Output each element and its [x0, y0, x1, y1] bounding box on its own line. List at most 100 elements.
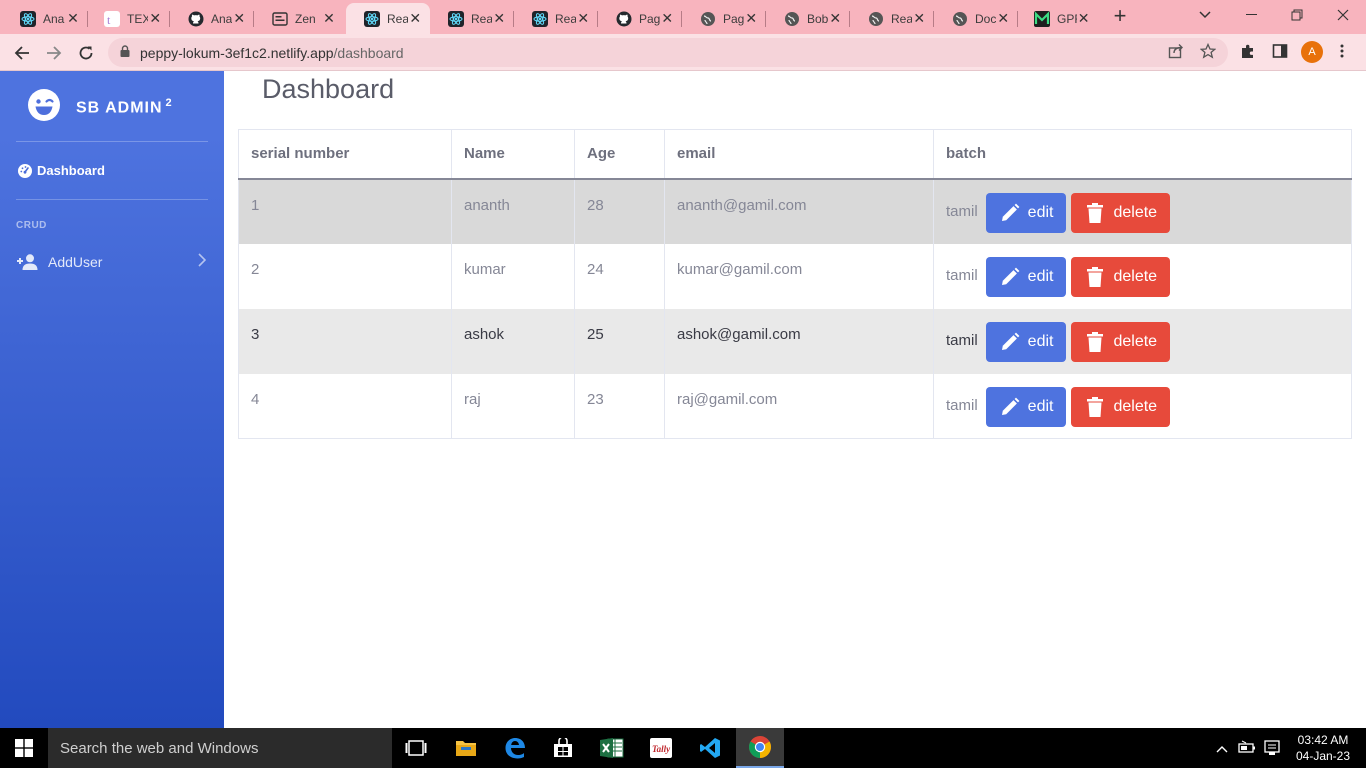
network-icon[interactable] [1264, 740, 1280, 761]
browser-tab[interactable]: Rea ✕ [514, 3, 598, 34]
close-icon[interactable]: ✕ [148, 10, 162, 27]
delete-label: delete [1113, 332, 1158, 350]
close-icon[interactable]: ✕ [660, 10, 674, 27]
kebab-menu-icon[interactable] [1340, 43, 1344, 64]
cell-serial: 3 [238, 308, 452, 374]
browser-tab[interactable]: Pag ✕ [598, 3, 682, 34]
share-icon[interactable] [1168, 43, 1184, 64]
minimize-button[interactable] [1228, 0, 1274, 30]
close-icon[interactable]: ✕ [744, 10, 758, 27]
brand-link[interactable]: SB ADMIN 2 [28, 89, 173, 126]
browser-tab[interactable]: Rea ✕ [430, 3, 514, 34]
battery-icon[interactable] [1238, 740, 1256, 759]
sidebar-item-dashboard[interactable]: Dashboard [18, 163, 105, 178]
delete-label: delete [1113, 203, 1158, 221]
close-window-button[interactable] [1320, 0, 1366, 30]
close-icon[interactable]: ✕ [322, 10, 336, 27]
close-icon[interactable]: ✕ [408, 10, 422, 27]
reload-button[interactable] [72, 39, 100, 67]
browser-tab[interactable]: Doc ✕ [934, 3, 1018, 34]
browser-tab[interactable]: Rea ✕ [850, 3, 934, 34]
cell-batch: tamil [946, 397, 978, 414]
restore-button[interactable] [1274, 0, 1320, 30]
cell-batch: tamil [946, 332, 978, 349]
browser-tab[interactable]: Pag ✕ [682, 3, 766, 34]
edit-button[interactable]: edit [985, 321, 1067, 362]
tab-title: Doc [975, 11, 997, 26]
sidebar-divider [16, 141, 208, 142]
close-icon[interactable]: ✕ [492, 10, 506, 27]
close-icon[interactable]: ✕ [66, 10, 80, 27]
cell-name: ashok [451, 308, 575, 374]
forward-button[interactable] [40, 39, 68, 67]
tab-title: Pag [723, 11, 745, 26]
delete-button[interactable]: delete [1071, 256, 1171, 297]
excel-icon[interactable] [588, 728, 636, 768]
browser-tab[interactable]: t TEX ✕ [86, 3, 170, 34]
page-title: Dashboard [262, 74, 395, 104]
close-icon[interactable]: ✕ [996, 10, 1010, 27]
delete-button[interactable]: delete [1071, 386, 1171, 427]
tab-title: Rea [471, 11, 493, 26]
cell-email: ananth@gamil.com [664, 178, 934, 244]
cell-name: ananth [451, 178, 575, 244]
react-icon [532, 10, 548, 27]
cell-age: 24 [574, 243, 665, 309]
bookmark-star-icon[interactable] [1199, 42, 1217, 64]
brand-text: SB ADMIN [76, 99, 163, 117]
column-header-batch: batch [933, 129, 1352, 180]
extensions-puzzle-icon[interactable] [1240, 43, 1256, 64]
chrome-icon[interactable] [736, 728, 784, 768]
browser-tab-active[interactable]: Rea ✕ [346, 3, 430, 34]
edit-button[interactable]: edit [985, 192, 1067, 233]
address-bar[interactable]: peppy-lokum-3ef1c2.netlify.app/dashboard [108, 38, 1228, 67]
clock-time: 03:42 AM [1297, 733, 1349, 747]
chevron-up-icon[interactable] [1216, 740, 1228, 758]
brand-superscript: 2 [165, 97, 173, 110]
react-icon [364, 10, 380, 27]
profile-avatar[interactable]: A [1301, 41, 1323, 63]
taskbar-search-input[interactable]: Search the web and Windows [48, 728, 392, 768]
tally-icon[interactable]: Tally [637, 728, 685, 768]
delete-button[interactable]: delete [1071, 192, 1171, 233]
close-icon[interactable]: ✕ [828, 10, 842, 27]
close-icon[interactable]: ✕ [576, 10, 590, 27]
sidebar-item-adduser[interactable]: AddUser [16, 253, 208, 270]
browser-tab[interactable]: Ana ✕ [2, 3, 88, 34]
edit-button[interactable]: edit [985, 386, 1067, 427]
browser-tab[interactable]: GPF ✕ [1016, 3, 1098, 34]
task-view-icon[interactable] [392, 728, 440, 768]
edit-button[interactable]: edit [985, 256, 1067, 297]
taskbar-clock[interactable]: 03:42 AM 04-Jan-23 [1290, 732, 1356, 764]
close-icon[interactable]: ✕ [232, 10, 246, 27]
tex-icon: t [104, 10, 120, 27]
vscode-icon[interactable] [686, 728, 734, 768]
cell-age: 23 [574, 373, 665, 439]
back-button[interactable] [8, 39, 36, 67]
sidebar: SB ADMIN 2 Dashboard CRUD AddUser [0, 71, 224, 728]
file-explorer-icon[interactable] [442, 728, 490, 768]
close-icon[interactable]: ✕ [1077, 10, 1090, 27]
github-icon [188, 11, 204, 27]
react-icon [448, 10, 464, 27]
close-icon[interactable]: ✕ [912, 10, 926, 27]
side-panel-icon[interactable] [1272, 43, 1288, 64]
browser-toolbar: peppy-lokum-3ef1c2.netlify.app/dashboard [0, 34, 1366, 71]
url-host: peppy-lokum-3ef1c2.netlify.app [140, 44, 334, 61]
browser-tab[interactable]: Ana ✕ [170, 3, 254, 34]
windows-start-icon[interactable] [0, 728, 48, 768]
store-icon[interactable] [539, 728, 587, 768]
lock-icon [120, 44, 130, 62]
tab-title: Pag [639, 11, 661, 26]
trash-icon [1087, 202, 1104, 223]
tab-search-icon[interactable] [1182, 0, 1228, 30]
cell-batch: tamil [946, 267, 978, 284]
new-tab-button[interactable]: + [1108, 4, 1132, 28]
tab-title: Ana [43, 11, 65, 26]
edge-browser-icon[interactable] [491, 728, 539, 768]
cell-batch-actions: tamil edit delete [933, 308, 1352, 374]
browser-tab[interactable]: Zen ✕ [254, 3, 344, 34]
browser-tab[interactable]: Bob ✕ [766, 3, 850, 34]
globe-icon [868, 11, 884, 27]
delete-button[interactable]: delete [1071, 321, 1171, 362]
